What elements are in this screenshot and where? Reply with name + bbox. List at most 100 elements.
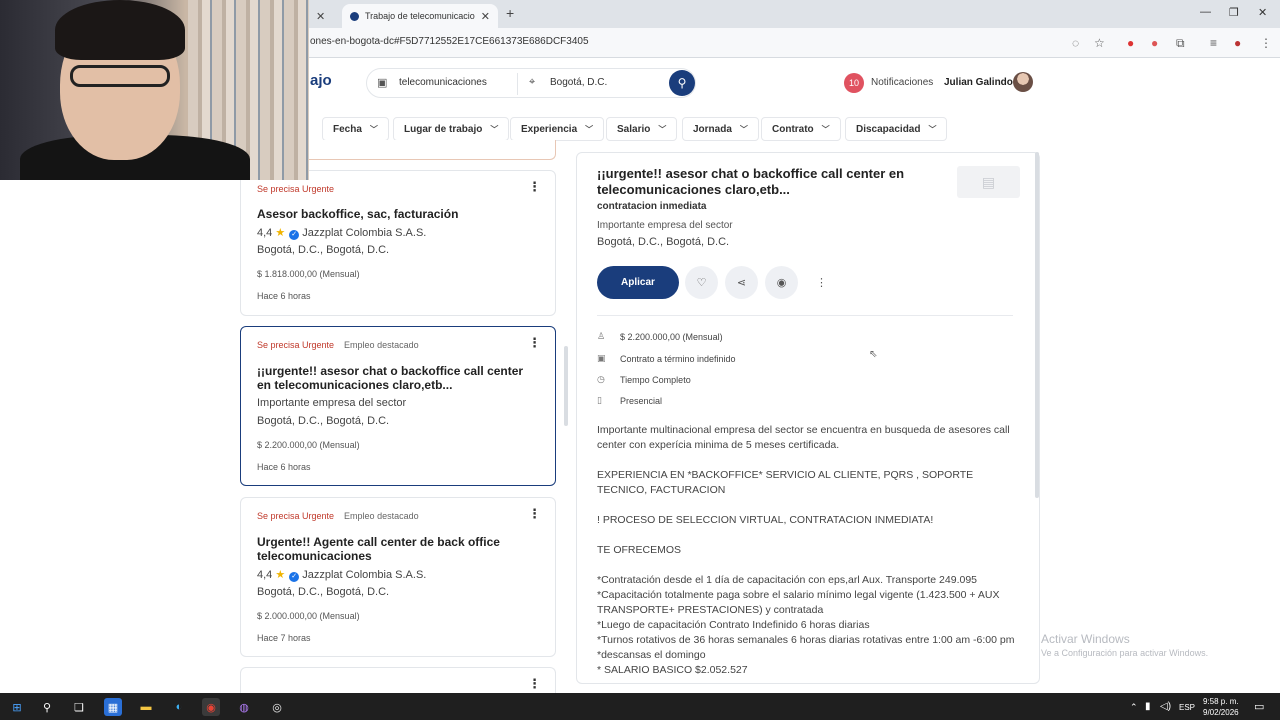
microphone-icon[interactable]: ▮ [1145, 701, 1151, 712]
divider [597, 315, 1013, 316]
chevron-down-icon: ﹀ [658, 124, 667, 134]
mouse-cursor-icon: ⇖ [869, 349, 878, 360]
hide-eye-icon[interactable]: ◉ [765, 266, 798, 299]
filter-lugar-de-trabajo[interactable]: Lugar de trabajo ﹀ [393, 117, 510, 141]
file-explorer-icon[interactable]: ▬ [137, 698, 155, 716]
notifications-link[interactable]: Notificaciones [871, 77, 933, 88]
card-tags: Se precisa Urgente Empleo destacado [257, 340, 419, 350]
webcam-overlay [0, 0, 309, 180]
chrome-icon[interactable]: ◉ [202, 698, 220, 716]
store-icon[interactable]: ▦ [104, 698, 122, 716]
clock-time[interactable]: 9:58 p. m. [1203, 697, 1239, 706]
browser-menu-icon[interactable]: ⋮ [1260, 36, 1272, 50]
search-button[interactable]: ⚲ [669, 70, 695, 96]
search-icon[interactable]: ⚲ [38, 698, 56, 716]
filter-contrato[interactable]: Contrato ﹀ [761, 117, 841, 141]
restore-icon[interactable]: ❐ [1229, 6, 1239, 19]
task-view-icon[interactable]: ❏ [70, 698, 88, 716]
language-indicator[interactable]: ESP [1179, 703, 1195, 712]
user-name[interactable]: Julian Galindo [944, 77, 1013, 88]
job-title[interactable]: Asesor backoffice, sac, facturación [257, 207, 527, 221]
urgent-tag: Se precisa Urgente [257, 511, 335, 521]
list-scrollbar[interactable] [564, 346, 568, 426]
filter-salario[interactable]: Salario ﹀ [606, 117, 678, 141]
close-tab-icon[interactable]: ✕ [481, 10, 490, 23]
browser-tab-previous[interactable]: ✕ [310, 4, 338, 28]
company-name[interactable]: Jazzplat Colombia S.A.S. [302, 569, 426, 581]
location-input[interactable] [550, 77, 660, 88]
webcam-person [70, 65, 170, 87]
site-logo[interactable]: ajo [310, 72, 332, 89]
close-tab-icon[interactable]: ✕ [316, 10, 325, 23]
extension-icon[interactable]: ● [1127, 36, 1134, 50]
company-logo-placeholder-icon: ▤ [957, 166, 1020, 198]
card-menu-icon[interactable]: ⋮ [528, 179, 541, 195]
location-pin-icon: ⌖ [529, 76, 536, 88]
filter-experiencia[interactable]: Experiencia ﹀ [510, 117, 605, 141]
detail-company: Importante empresa del sector [597, 220, 733, 231]
job-salary: $ 2.000.000,00 (Mensual) [257, 611, 360, 621]
extension-icon[interactable]: ● [1151, 36, 1158, 50]
minimize-icon[interactable]: — [1200, 6, 1211, 18]
description-line: *descansas el domingo [597, 649, 706, 661]
card-menu-icon[interactable]: ⋮ [528, 676, 541, 692]
company-line: 4,4 ★ ✓ Jazzplat Colombia S.A.S. [257, 568, 426, 582]
briefcase-icon: ▣ [377, 77, 388, 89]
apply-button[interactable]: Aplicar [597, 266, 679, 299]
job-title[interactable]: ¡¡urgente!! asesor chat o backoffice cal… [257, 364, 527, 392]
browser-tab-active[interactable]: Trabajo de telecomunicaciones ✕ [342, 4, 498, 28]
company-name[interactable]: Jazzplat Colombia S.A.S. [302, 227, 426, 239]
bookmark-star-icon[interactable]: ☆ [1094, 36, 1105, 50]
favorite-heart-icon[interactable]: ♡ [685, 266, 718, 299]
chevron-down-icon: ﹀ [821, 124, 830, 134]
description-paragraph: Importante multinacional empresa del sec… [597, 424, 1010, 451]
clock-date[interactable]: 9/02/2026 [1203, 708, 1239, 717]
notifications-badge[interactable]: 10 [844, 73, 864, 93]
list-item[interactable]: Se precisa Urgente Empleo destacado ⋮ Urg… [240, 497, 556, 657]
list-item-selected[interactable]: Se precisa Urgente Empleo destacado ⋮ ¡¡u… [240, 326, 556, 486]
windows-start-icon[interactable]: ⊞ [8, 698, 26, 716]
detail-subtitle: contratacion inmediata [597, 201, 707, 212]
list-item[interactable]: Se precisa Urgente ⋮ Asesor backoffice, … [240, 170, 556, 316]
volume-icon[interactable]: ◁) [1160, 701, 1171, 712]
app-icon[interactable]: ◎ [268, 698, 286, 716]
salary-attribute: ♙ $ 2.200.000,00 (Mensual) [597, 331, 723, 342]
close-window-icon[interactable]: ✕ [1258, 6, 1267, 19]
urgent-tag: Se precisa Urgente [257, 340, 335, 350]
detail-scrollbar[interactable] [1035, 152, 1039, 498]
search-bar: ▣ ⌖ ⚲ [366, 68, 696, 98]
search-input[interactable] [399, 77, 509, 88]
media-controls-icon[interactable]: ≡ [1210, 36, 1217, 50]
job-location: Bogotá, D.C., Bogotá, D.C. [257, 415, 390, 427]
posted-time: Hace 6 horas [257, 291, 311, 301]
avatar[interactable] [1013, 72, 1033, 92]
featured-tag: Empleo destacado [344, 511, 419, 521]
profile-icon[interactable]: ● [1234, 36, 1241, 50]
job-salary: $ 1.818.000,00 (Mensual) [257, 269, 360, 279]
share-icon[interactable]: ⋖ [725, 266, 758, 299]
filter-fecha[interactable]: Fecha ﹀ [322, 117, 389, 141]
obs-icon[interactable]: ◍ [235, 698, 253, 716]
filter-discapacidad[interactable]: Discapacidad ﹀ [845, 117, 948, 141]
tray-chevron-icon[interactable]: ⌃ [1130, 702, 1138, 713]
tab-title: Trabajo de telecomunicaciones [365, 11, 475, 21]
modality-value: Presencial [620, 395, 663, 406]
search-divider [517, 73, 518, 95]
filter-label: Discapacidad [856, 123, 921, 135]
filter-jornada[interactable]: Jornada ﹀ [682, 117, 759, 141]
star-icon: ★ [275, 227, 286, 239]
card-menu-icon[interactable]: ⋮ [528, 506, 541, 522]
description-line: *Turnos rotativos de 36 horas semanales … [597, 634, 1015, 646]
description-paragraph: EXPERIENCIA EN *BACKOFFICE* SERVICIO AL … [597, 469, 974, 496]
url-field[interactable]: ones-en-bogota-dc#F5D7712552E17CE661373E… [310, 36, 589, 47]
edge-icon[interactable]: ◐ [170, 698, 188, 716]
extensions-puzzle-icon[interactable]: ⧉ [1176, 36, 1185, 51]
new-tab-icon[interactable]: + [506, 5, 514, 21]
job-title[interactable]: Urgente!! Agente call center de back off… [257, 535, 527, 563]
rating: 4,4 [257, 227, 273, 239]
card-menu-icon[interactable]: ⋮ [528, 335, 541, 351]
notifications-icon[interactable]: ▭ [1254, 700, 1264, 713]
more-options-icon[interactable]: ⋮ [805, 266, 838, 299]
eye-off-icon[interactable]: ◌ [1072, 36, 1079, 50]
rating: 4,4 [257, 569, 273, 581]
